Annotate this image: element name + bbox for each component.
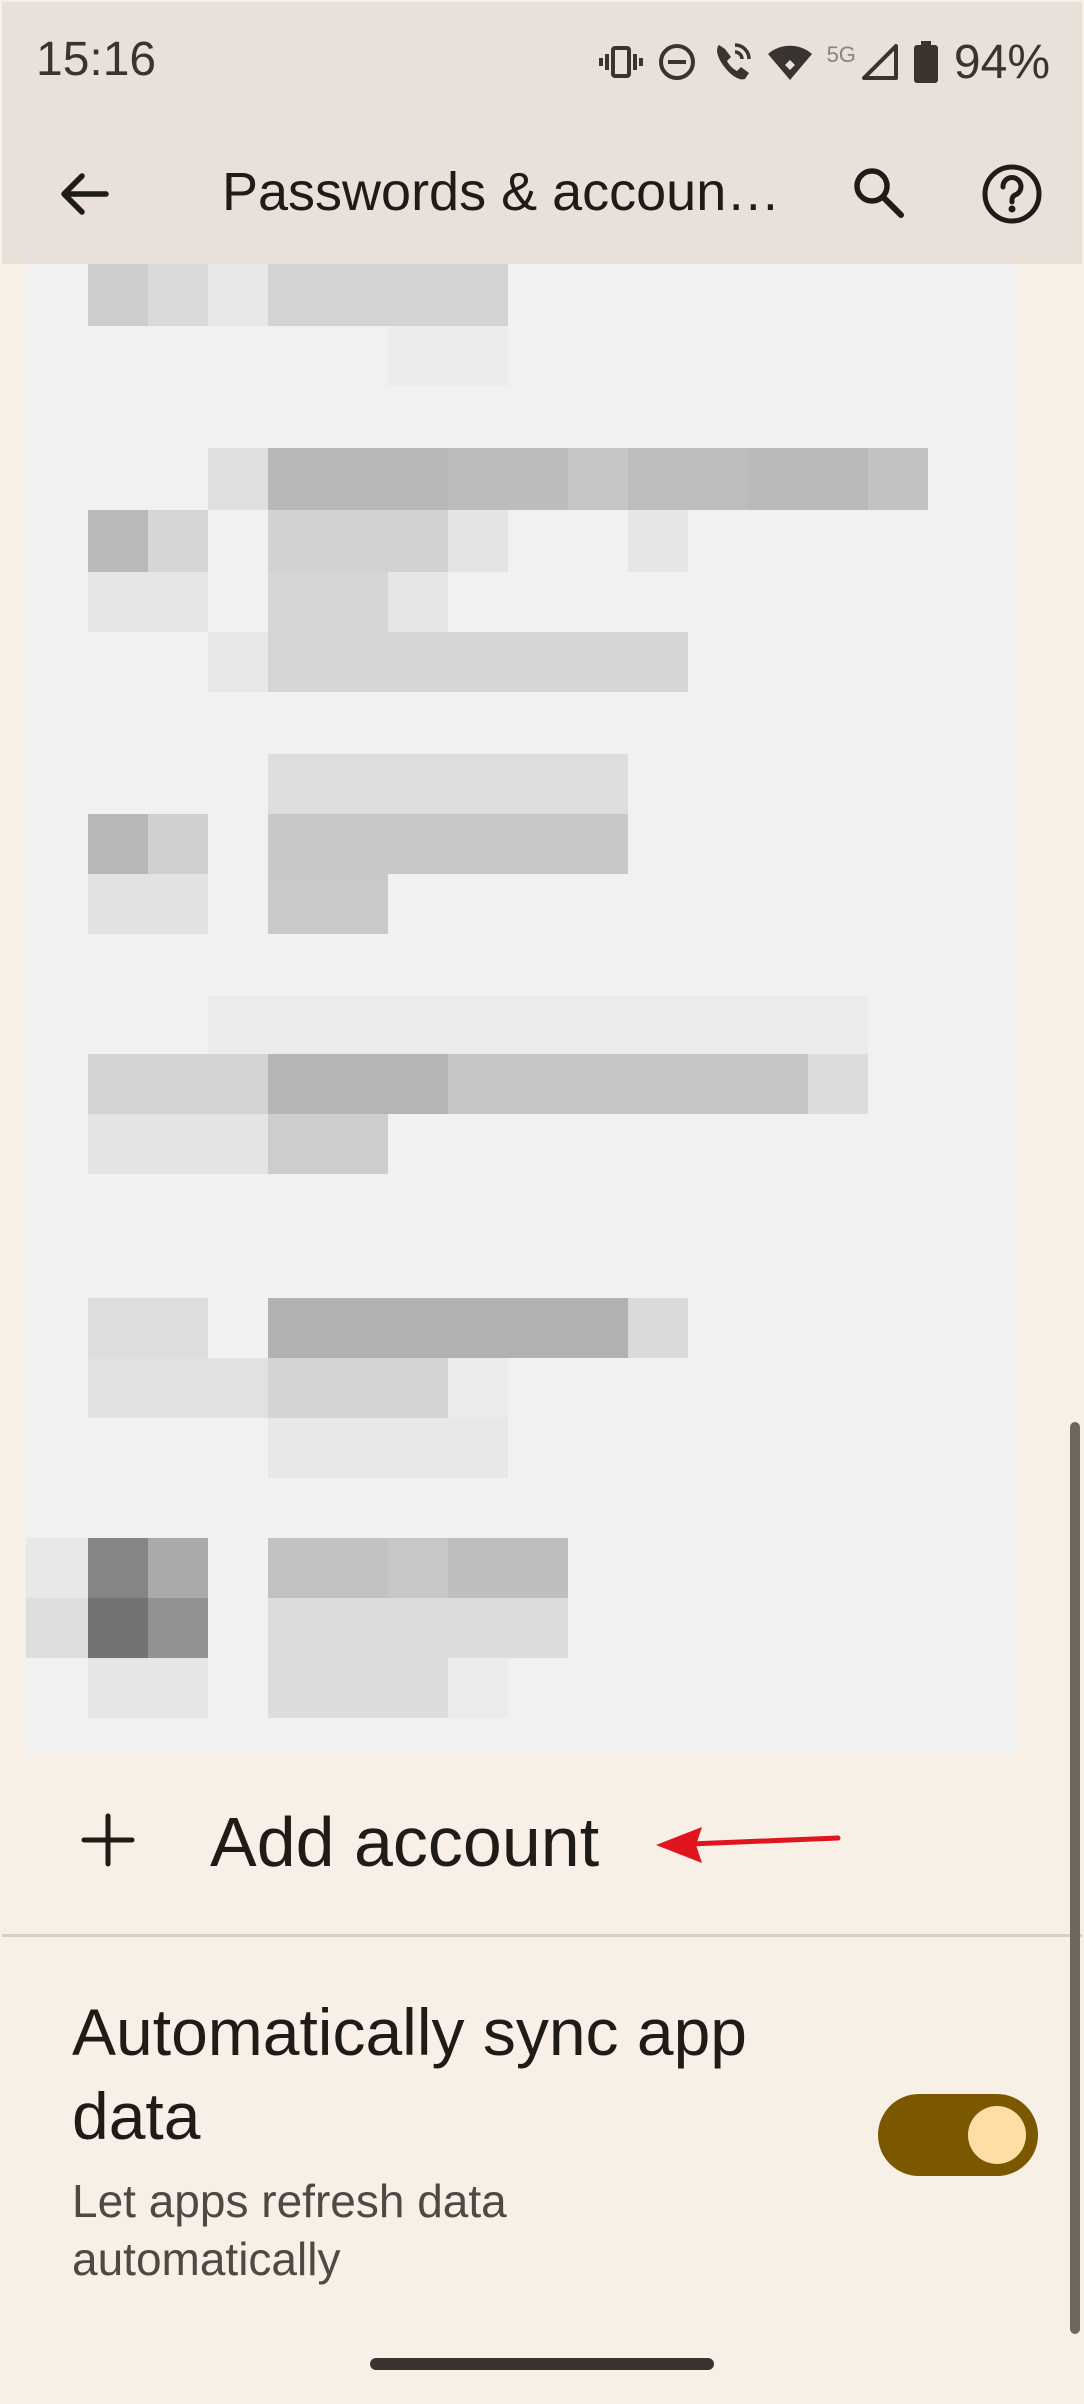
redacted-block xyxy=(268,448,448,510)
help-button[interactable] xyxy=(970,154,1054,238)
redacted-block xyxy=(88,1658,208,1718)
settings-screen: 15:16 5G 94% Passwords & accoun… Add acc… xyxy=(2,2,1082,2402)
redacted-block xyxy=(268,1538,388,1598)
add-account-label: Add account xyxy=(210,1803,600,1881)
scrollbar[interactable] xyxy=(1070,1422,1080,2334)
redacted-block xyxy=(88,1054,268,1114)
redacted-block xyxy=(268,814,628,874)
redacted-block xyxy=(448,1658,508,1718)
status-bar: 15:16 5G 94% xyxy=(2,2,1082,124)
divider xyxy=(2,1934,1082,1937)
redacted-block xyxy=(208,264,268,326)
account-list-redacted xyxy=(26,264,1018,1754)
vibrate-icon xyxy=(598,42,643,82)
back-arrow-icon xyxy=(58,170,110,223)
redacted-block xyxy=(268,1418,508,1478)
redacted-block xyxy=(208,996,868,1054)
red-arrow-icon xyxy=(652,1816,842,1871)
redacted-block xyxy=(88,1538,148,1598)
do-not-disturb-icon xyxy=(657,42,697,82)
auto-sync-subtitle: Let apps refresh data automatically xyxy=(72,2175,507,2285)
redacted-block xyxy=(448,448,568,510)
redacted-block xyxy=(268,510,448,572)
redacted-block xyxy=(268,1358,448,1418)
search-icon xyxy=(851,165,905,224)
auto-sync-toggle[interactable] xyxy=(878,2094,1038,2176)
redacted-block xyxy=(628,510,688,572)
redacted-block xyxy=(88,1114,268,1174)
plus-icon xyxy=(76,1808,140,1872)
app-bar: Passwords & accoun… xyxy=(2,124,1082,264)
wifi-calling-icon xyxy=(711,41,753,83)
redacted-block xyxy=(148,814,208,874)
redacted-block xyxy=(88,814,148,874)
toggle-knob xyxy=(968,2106,1026,2164)
redacted-block xyxy=(268,1658,448,1718)
redacted-block xyxy=(88,1598,148,1658)
redacted-block xyxy=(88,874,208,934)
redacted-block xyxy=(88,510,148,572)
redacted-block xyxy=(388,1538,448,1598)
battery-percent: 94% xyxy=(953,35,1050,89)
redacted-block xyxy=(268,1114,388,1174)
redacted-block xyxy=(88,1358,268,1418)
redacted-block xyxy=(268,754,628,814)
cell-signal-icon xyxy=(860,42,900,82)
back-button[interactable] xyxy=(48,160,120,232)
redacted-block xyxy=(268,264,508,326)
redacted-block xyxy=(88,572,208,632)
page-title: Passwords & accoun… xyxy=(222,162,781,222)
status-icons: 5G 94% xyxy=(598,34,1050,90)
redacted-block xyxy=(808,1054,868,1114)
redacted-block xyxy=(26,1538,88,1598)
help-icon xyxy=(981,163,1043,230)
redacted-block xyxy=(148,1598,208,1658)
auto-sync-setting[interactable]: Automatically sync app data Let apps ref… xyxy=(2,1942,1082,2302)
redacted-block xyxy=(268,1298,628,1358)
redacted-block xyxy=(448,1054,808,1114)
redacted-block xyxy=(448,510,508,572)
redacted-block xyxy=(148,264,208,326)
redacted-block xyxy=(628,1298,688,1358)
redacted-block xyxy=(268,874,388,934)
status-time: 15:16 xyxy=(36,33,157,86)
redacted-block xyxy=(148,510,208,572)
wifi-icon xyxy=(767,42,813,82)
redacted-block xyxy=(388,572,448,632)
redacted-block xyxy=(268,1598,568,1658)
redacted-block xyxy=(208,632,268,692)
network-type-label: 5G xyxy=(826,42,856,67)
redacted-block xyxy=(88,264,148,326)
redacted-block xyxy=(448,1358,508,1418)
search-button[interactable] xyxy=(838,154,918,234)
redacted-block xyxy=(268,632,688,692)
battery-icon xyxy=(913,41,938,83)
redacted-block xyxy=(748,448,868,510)
redacted-block xyxy=(868,448,928,510)
add-account-button[interactable]: Add account xyxy=(2,1754,1082,1930)
redacted-block xyxy=(628,448,748,510)
redacted-block xyxy=(268,1054,448,1114)
redacted-block xyxy=(448,1538,568,1598)
redacted-block xyxy=(148,1538,208,1598)
redacted-block xyxy=(568,448,628,510)
redacted-block xyxy=(268,572,388,632)
redacted-block xyxy=(388,326,508,386)
redacted-block xyxy=(26,1598,88,1658)
auto-sync-title: Automatically sync app data xyxy=(72,1995,747,2153)
redacted-block xyxy=(208,448,268,510)
home-indicator[interactable] xyxy=(370,2358,714,2370)
redacted-block xyxy=(88,1298,208,1358)
